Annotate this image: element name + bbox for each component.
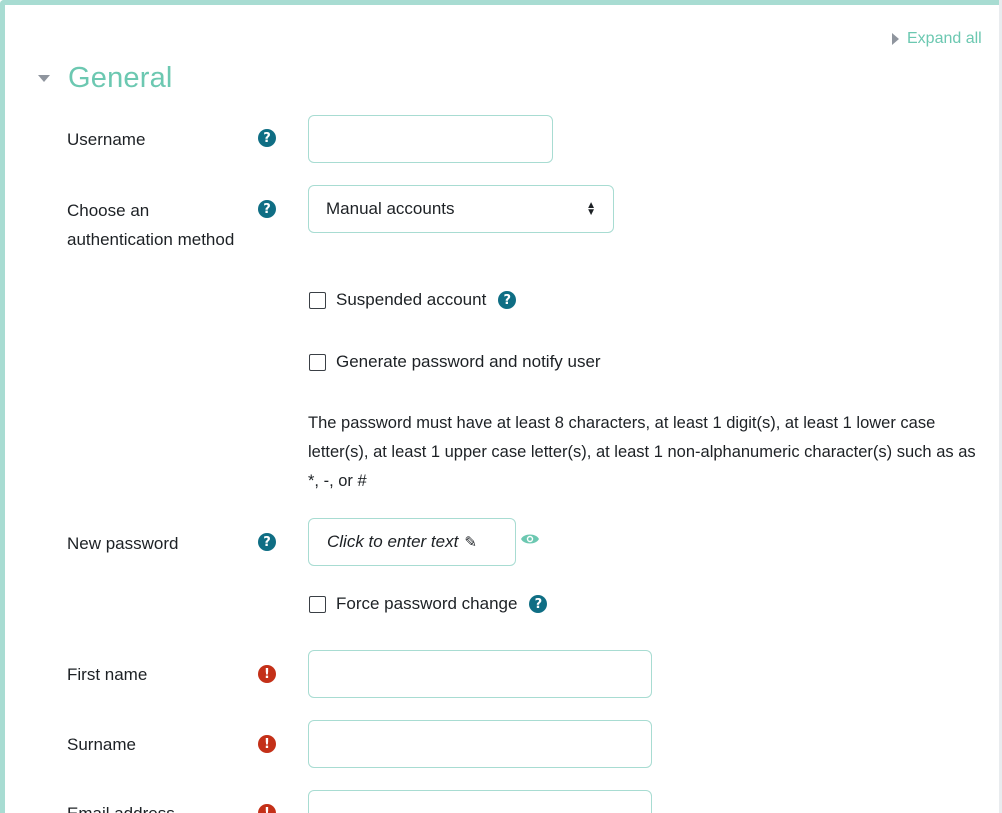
first-name-input[interactable] bbox=[308, 650, 652, 698]
force-change-label[interactable]: Force password change bbox=[336, 594, 517, 614]
force-change-row: Force password change ? bbox=[309, 594, 548, 614]
first-name-label: First name bbox=[67, 665, 148, 684]
question-circle-icon[interactable]: ? bbox=[258, 129, 276, 147]
expand-all-link[interactable]: Expand all bbox=[892, 30, 982, 48]
section-title: General bbox=[68, 62, 173, 94]
surname-label: Surname bbox=[67, 735, 136, 754]
force-change-checkbox[interactable] bbox=[309, 595, 326, 613]
question-circle-icon[interactable]: ? bbox=[498, 291, 517, 309]
email-label: Email address bbox=[67, 799, 175, 813]
section-toggle-general[interactable]: General bbox=[38, 62, 173, 95]
auth-method-label: Choose an authentication method bbox=[67, 196, 234, 254]
question-circle-icon[interactable]: ? bbox=[258, 533, 276, 551]
suspended-checkbox[interactable] bbox=[309, 291, 326, 309]
username-label: Username bbox=[67, 130, 146, 149]
new-password-label: New password bbox=[67, 534, 179, 553]
password-policy-text: The password must have at least 8 charac… bbox=[308, 414, 976, 490]
surname-input[interactable] bbox=[308, 720, 652, 768]
exclamation-circle-icon: ! bbox=[258, 665, 276, 683]
pencil-icon: ✎ bbox=[464, 534, 477, 551]
auth-label-line2: authentication method bbox=[67, 230, 235, 249]
collapse-caret-icon bbox=[38, 75, 50, 82]
suspended-label[interactable]: Suspended account bbox=[336, 290, 486, 310]
select-arrows-icon: ▲ ▼ bbox=[586, 200, 596, 218]
suspended-row: Suspended account ? bbox=[309, 290, 517, 310]
expand-all-label: Expand all bbox=[907, 30, 982, 47]
question-circle-icon[interactable]: ? bbox=[258, 200, 276, 218]
new-password-editable[interactable]: Click to enter text ✎ bbox=[308, 518, 516, 566]
email-input[interactable] bbox=[308, 790, 652, 813]
auth-method-value: Manual accounts bbox=[326, 199, 455, 218]
generate-password-row: Generate password and notify user bbox=[309, 352, 601, 372]
new-password-placeholder: Click to enter text bbox=[327, 532, 459, 551]
auth-method-select[interactable]: Manual accounts ▲ ▼ bbox=[308, 185, 614, 233]
generate-password-label[interactable]: Generate password and notify user bbox=[336, 352, 601, 372]
generate-password-checkbox[interactable] bbox=[309, 353, 326, 371]
expand-triangle-icon bbox=[892, 33, 899, 45]
question-circle-icon[interactable]: ? bbox=[529, 595, 548, 613]
eye-icon[interactable] bbox=[520, 532, 540, 546]
username-input[interactable] bbox=[308, 115, 553, 163]
exclamation-circle-icon: ! bbox=[258, 735, 276, 753]
auth-label-line1: Choose an bbox=[67, 201, 150, 220]
